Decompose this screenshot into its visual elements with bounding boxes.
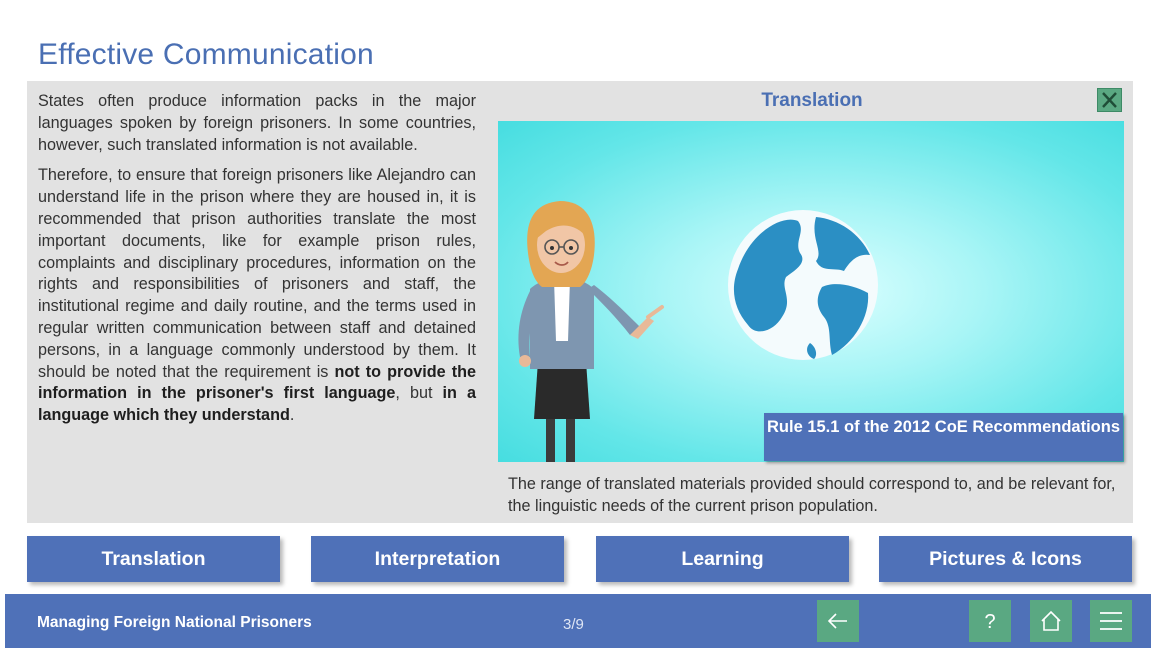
presenter-illustration <box>518 201 664 462</box>
body-paragraph-2: Therefore, to ensure that foreign prison… <box>38 165 476 427</box>
home-button[interactable] <box>1030 600 1072 642</box>
body-text: States often produce information packs i… <box>38 91 476 436</box>
video-animation-area <box>498 121 1124 462</box>
help-button[interactable]: ? <box>969 600 1011 642</box>
page-indicator: 3/9 <box>563 616 584 633</box>
body-paragraph-2-text: Therefore, to ensure that foreign prison… <box>38 166 476 381</box>
menu-button[interactable] <box>1090 600 1132 642</box>
tab-interpretation[interactable]: Interpretation <box>311 536 564 582</box>
globe-illustration <box>728 210 878 360</box>
popup-caption: The range of translated materials provid… <box>508 475 1116 515</box>
arrow-left-icon <box>827 613 847 629</box>
body-paragraph-2-end: . <box>289 406 295 425</box>
hamburger-menu-icon <box>1100 612 1122 630</box>
home-icon <box>1041 610 1061 631</box>
rule-reference-label: Rule 15.1 of the 2012 CoE Recommendation… <box>764 413 1123 461</box>
back-button[interactable] <box>817 600 859 642</box>
tab-translation[interactable]: Translation <box>27 536 280 582</box>
body-paragraph-1: States often produce information packs i… <box>38 92 476 154</box>
tab-pictures-icons[interactable]: Pictures & Icons <box>879 536 1132 582</box>
body-paragraph-2-mid: , but <box>395 384 443 403</box>
page-title: Effective Communication <box>38 38 374 71</box>
svg-text:?: ? <box>984 611 995 633</box>
course-title: Managing Foreign National Prisoners <box>37 614 312 631</box>
popup-title: Translation <box>761 90 863 111</box>
close-button[interactable] <box>1097 88 1122 112</box>
tab-learning[interactable]: Learning <box>596 536 849 582</box>
question-mark-icon: ? <box>984 611 995 633</box>
close-x-icon <box>1102 92 1117 108</box>
